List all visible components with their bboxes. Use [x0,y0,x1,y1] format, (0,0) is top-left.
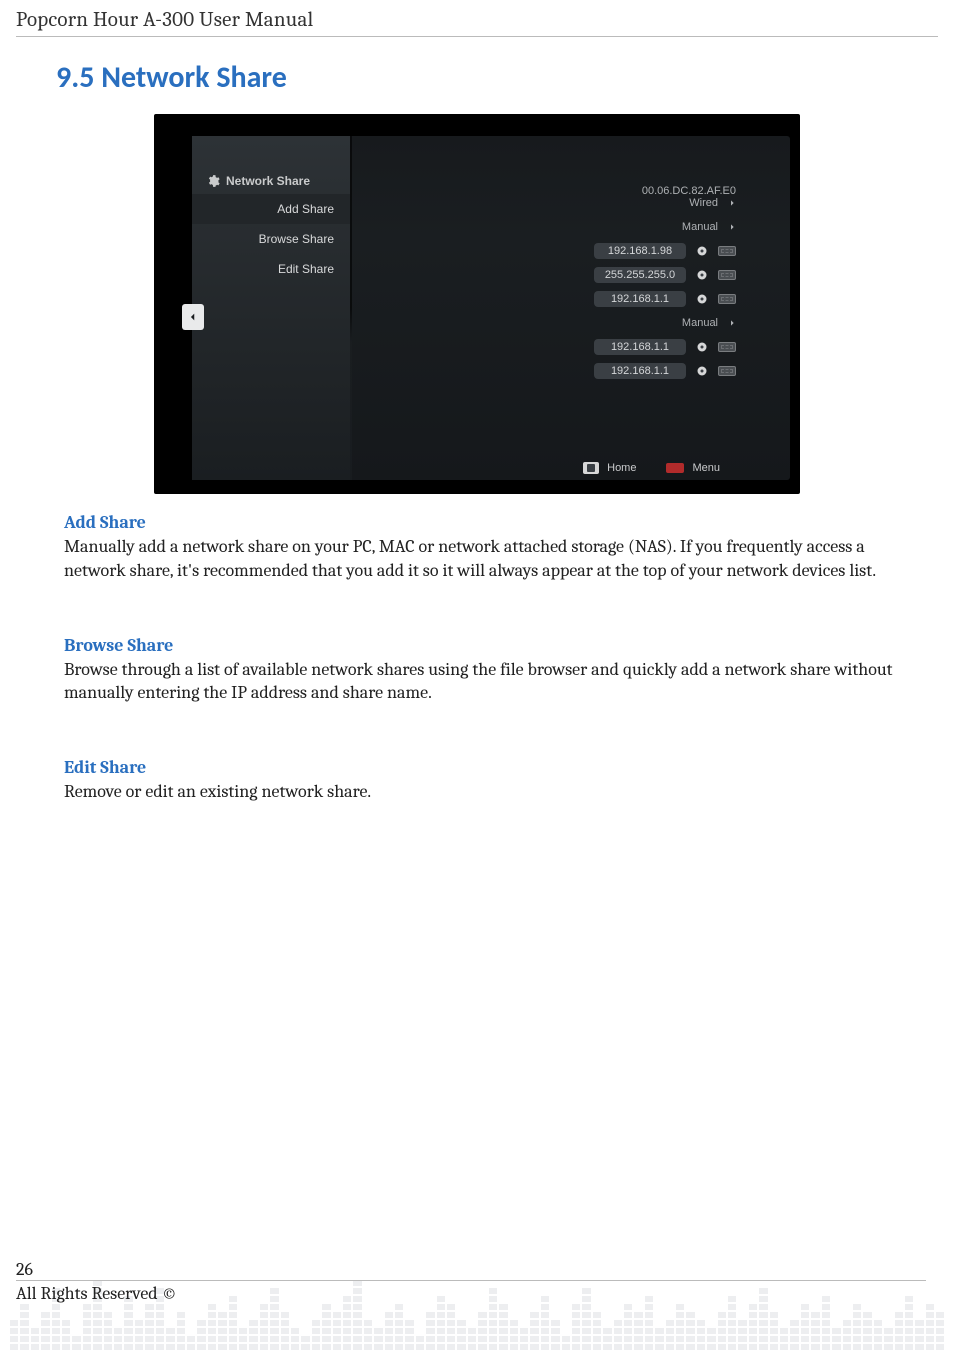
manual-row-2[interactable]: Manual [350,311,790,335]
screenshot-footer: Home Menu [583,462,720,474]
decorative-equalizer [10,1110,944,1350]
page-footer: 26 All Rights Reserved © [16,1259,926,1304]
home-key: Home [583,462,636,474]
gear-icon[interactable] [696,341,708,353]
gateway-row[interactable]: 192.168.1.1 [350,287,790,311]
chevron-left-icon [188,310,198,324]
rights-text: All Rights Reserved © [16,1280,926,1304]
keyboard-icon[interactable] [718,366,736,376]
panel-divider [350,136,352,480]
chevron-right-icon [728,223,736,231]
menu-icon [666,463,684,473]
subnet-row[interactable]: 255.255.255.0 [350,263,790,287]
gear-icon[interactable] [696,293,708,305]
manual-label-1: Manual [658,221,718,233]
keyboard-icon[interactable] [718,342,736,352]
home-icon [583,462,599,474]
screenshot-panel: Network Share Add Share Browse Share Edi… [192,136,790,480]
edit-share-paragraph: Remove or edit an existing network share… [64,780,928,804]
section-heading: 9.5 Network Share [56,59,938,96]
sidebar-title: Network Share [192,136,350,194]
gear-icon[interactable] [696,365,708,377]
home-label: Home [607,462,636,474]
add-share-paragraph: Manually add a network share on your PC,… [64,535,928,583]
wired-label: Wired [658,197,718,209]
body-content: Add Share Manually add a network share o… [64,512,928,804]
chevron-right-icon [728,199,736,207]
main-panel: 00.06.DC.82.AF.E0 Wired Manual 192.168.1… [350,136,790,480]
browse-share-heading: Browse Share [64,635,928,656]
chevron-right-icon [728,319,736,327]
ip-row-1[interactable]: 192.168.1.98 [350,239,790,263]
menu-key: Menu [666,462,720,474]
ip-field-1[interactable]: 192.168.1.98 [594,243,686,259]
sidebar: Network Share Add Share Browse Share Edi… [192,136,350,480]
back-button[interactable] [182,304,204,330]
keyboard-icon[interactable] [718,294,736,304]
mac-address: 00.06.DC.82.AF.E0 [642,185,736,197]
keyboard-icon[interactable] [718,246,736,256]
page-number: 26 [16,1259,926,1280]
gear-icon [206,174,220,188]
manual-label-2: Manual [658,317,718,329]
keyboard-icon[interactable] [718,270,736,280]
dns1-field[interactable]: 192.168.1.1 [594,339,686,355]
browse-share-paragraph: Browse through a list of available netwo… [64,658,928,706]
screenshot-wrapper: Network Share Add Share Browse Share Edi… [154,114,800,494]
document-page: Popcorn Hour A-300 User Manual 9.5 Netwo… [0,0,954,1350]
sidebar-title-label: Network Share [226,174,310,188]
add-share-heading: Add Share [64,512,928,533]
menu-label: Menu [692,462,720,474]
dns2-row[interactable]: 192.168.1.1 [350,359,790,383]
gear-icon[interactable] [696,269,708,281]
gateway-field[interactable]: 192.168.1.1 [594,291,686,307]
subnet-field[interactable]: 255.255.255.0 [594,267,686,283]
mac-row: 00.06.DC.82.AF.E0 [350,136,790,191]
device-screenshot: Network Share Add Share Browse Share Edi… [154,114,800,494]
gear-icon[interactable] [696,245,708,257]
edit-share-heading: Edit Share [64,757,928,778]
manual-row-1[interactable]: Manual [350,215,790,239]
doc-header: Popcorn Hour A-300 User Manual [16,8,938,37]
dns2-field[interactable]: 192.168.1.1 [594,363,686,379]
sidebar-item-add-share[interactable]: Add Share [192,194,350,224]
sidebar-item-edit-share[interactable]: Edit Share [192,254,350,284]
dns1-row[interactable]: 192.168.1.1 [350,335,790,359]
sidebar-item-browse-share[interactable]: Browse Share [192,224,350,254]
